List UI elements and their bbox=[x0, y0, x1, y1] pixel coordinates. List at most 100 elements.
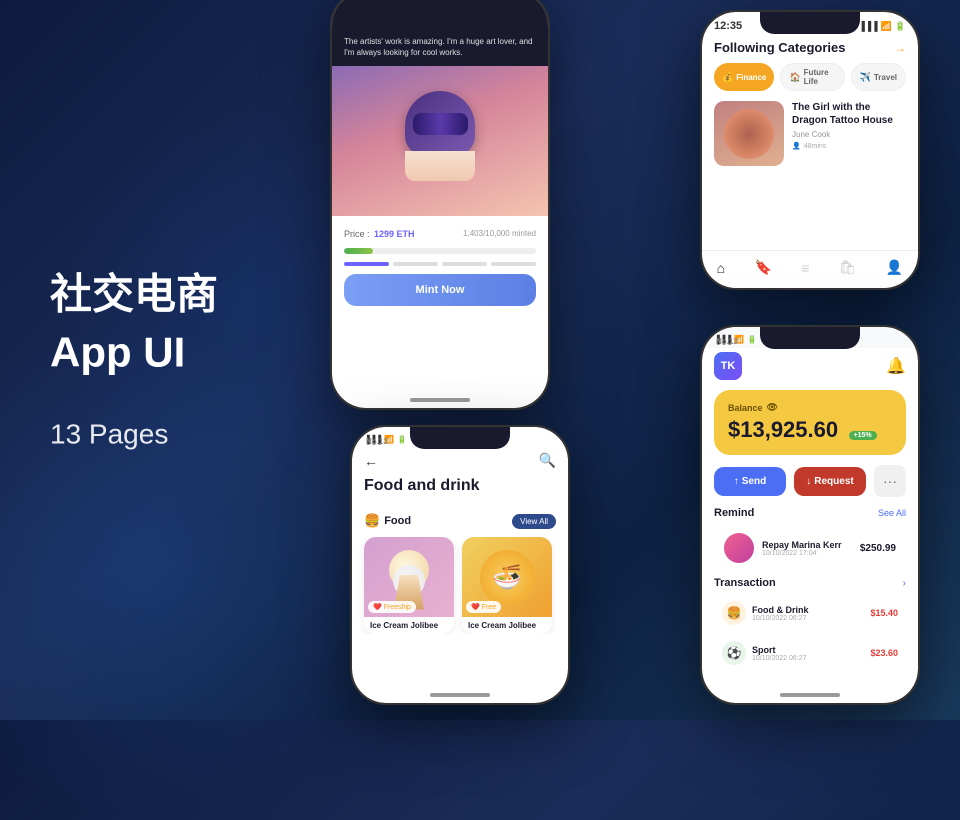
send-icon: ↑ bbox=[734, 476, 739, 487]
travel-icon: ✈️ bbox=[860, 72, 871, 83]
nav-bookmark-icon[interactable]: 🔖 bbox=[754, 259, 771, 276]
tx-row-food[interactable]: 🍔 Food & Drink 10/10/2022 06:27 $15.40 bbox=[714, 595, 906, 631]
food-cards: ❤️ Freeship Ice Cream Jolibee 🍜 ❤️ Free … bbox=[352, 537, 568, 634]
remind-name: Repay Marina Kerr bbox=[762, 540, 852, 550]
tx-amount-sport: $23.60 bbox=[870, 648, 898, 658]
bell-icon[interactable]: 🔔 bbox=[886, 356, 906, 376]
notch-food bbox=[410, 427, 510, 449]
tx-date-food: 10/10/2022 06:27 bbox=[752, 615, 864, 622]
tx-date-sport: 10/10/2022 06:27 bbox=[752, 655, 864, 662]
tx-info-food: Food & Drink 10/10/2022 06:27 bbox=[752, 605, 864, 622]
tab-future-life[interactable]: 🏠 Future Life bbox=[780, 63, 844, 91]
progress-bar bbox=[344, 248, 536, 254]
remind-card[interactable]: Repay Marina Kerr 10/10/2022 17:04 $250.… bbox=[714, 525, 906, 571]
home-bar-food bbox=[430, 693, 490, 697]
tx-icon-sport: ⚽ bbox=[722, 641, 746, 665]
wifi-icon: 📶 bbox=[881, 21, 892, 32]
title-english: App UI bbox=[50, 328, 218, 378]
nav-home-icon[interactable]: ⌂ bbox=[717, 260, 725, 276]
news-card[interactable]: The Girl with the Dragon Tattoo House Ju… bbox=[702, 101, 918, 176]
home-bar-finance bbox=[780, 693, 840, 697]
price-value: 1299 ETH bbox=[374, 229, 415, 239]
home-bar-nft bbox=[410, 398, 470, 402]
finance-icon: 💰 bbox=[722, 72, 733, 83]
news-bottom-nav: ⌂ 🔖 ≡ 🛍 👤 bbox=[702, 250, 918, 288]
send-label: Send bbox=[742, 476, 766, 487]
future-icon: 🏠 bbox=[789, 72, 800, 83]
battery-icon: 🔋 bbox=[895, 21, 906, 32]
article-time: 48mins bbox=[804, 143, 827, 150]
signal-icon: ▐▐▐ bbox=[858, 21, 877, 31]
nav-menu-icon[interactable]: ≡ bbox=[801, 260, 809, 276]
person-icon: 👤 bbox=[792, 142, 801, 150]
phone-nft: The artists' work is amazing. I'm a huge… bbox=[330, 0, 550, 410]
tab-finance-label: Finance bbox=[736, 73, 766, 82]
food-category-label: 🍔 Food bbox=[364, 513, 411, 529]
send-button[interactable]: ↑ Send bbox=[714, 467, 786, 496]
tab-travel[interactable]: ✈️ Travel bbox=[851, 63, 906, 91]
view-all-button[interactable]: View All bbox=[512, 514, 556, 529]
swirl-decoration bbox=[724, 109, 774, 159]
request-icon: ↓ bbox=[806, 476, 811, 487]
device-label-finance: No.13 bbox=[716, 337, 738, 346]
remind-date: 10/10/2022 17:04 bbox=[762, 550, 852, 557]
minted-count: 1,403/10,000 minted bbox=[463, 229, 536, 238]
vr-helmet bbox=[405, 91, 475, 156]
tk-logo: TK bbox=[714, 352, 742, 380]
tx-row-sport[interactable]: ⚽ Sport 10/10/2022 06:27 $23.60 bbox=[714, 635, 906, 671]
progress-fill bbox=[344, 248, 373, 254]
food-card-2[interactable]: 🍜 ❤️ Free Ice Cream Jolibee bbox=[462, 537, 552, 634]
back-button[interactable]: ← bbox=[364, 453, 378, 469]
balance-label: Balance 👁 bbox=[728, 402, 892, 413]
food-emoji-icon: 🍔 bbox=[364, 513, 380, 529]
request-button[interactable]: ↓ Request bbox=[794, 467, 866, 496]
remind-info: Repay Marina Kerr 10/10/2022 17:04 bbox=[762, 540, 852, 557]
phone-food: No.13 ▐▐▐ 📶 🔋 ← 🔍 Food and drink 🍔 Food … bbox=[350, 425, 570, 705]
badge-text-2: Free bbox=[482, 604, 496, 611]
freeship-badge-2: ❤️ Free bbox=[466, 601, 501, 613]
nft-review-text: The artists' work is amazing. I'm a huge… bbox=[344, 36, 536, 58]
article-author: June Cook bbox=[792, 130, 906, 139]
transaction-arrow-icon[interactable]: › bbox=[903, 578, 906, 589]
tx-info-sport: Sport 10/10/2022 06:27 bbox=[752, 645, 864, 662]
food-card-img-2: 🍜 ❤️ Free bbox=[462, 537, 552, 617]
search-button[interactable]: 🔍 bbox=[539, 452, 556, 469]
nav-cart-icon[interactable]: 🛍 bbox=[839, 259, 857, 276]
request-label: Request bbox=[814, 476, 853, 487]
notch-news bbox=[760, 12, 860, 34]
tx-amount-food: $15.40 bbox=[870, 608, 898, 618]
food-item-name-2: Ice Cream Jolibee bbox=[462, 617, 552, 634]
price-label: Price : bbox=[344, 229, 370, 239]
see-all-link[interactable]: See All bbox=[878, 508, 906, 518]
more-button[interactable]: ··· bbox=[874, 465, 906, 497]
nft-price-section: Price : 1299 ETH 1,403/10,000 minted Min… bbox=[332, 216, 548, 314]
tab-finance[interactable]: 💰 Finance bbox=[714, 63, 774, 91]
balance-eye-icon: 👁 bbox=[767, 402, 778, 413]
nav-profile-icon[interactable]: 👤 bbox=[886, 259, 903, 276]
remind-amount: $250.99 bbox=[860, 543, 896, 554]
balance-card: Balance 👁 $13,925.60 +15% bbox=[714, 390, 906, 455]
food-cat-text: Food bbox=[384, 515, 411, 527]
news-thumbnail bbox=[714, 101, 784, 166]
tx-name-sport: Sport bbox=[752, 645, 864, 655]
food-nav: ← 🔍 bbox=[352, 448, 568, 477]
food-card-1[interactable]: ❤️ Freeship Ice Cream Jolibee bbox=[364, 537, 454, 634]
balance-amount-row: $13,925.60 +15% bbox=[728, 417, 892, 443]
food-title-section: Food and drink bbox=[352, 477, 568, 505]
left-panel: 社交电商 App UI 13 Pages bbox=[50, 270, 218, 451]
mint-button[interactable]: Mint Now bbox=[344, 274, 536, 306]
freeship-badge-1: ❤️ Freeship bbox=[368, 601, 416, 613]
badge-text-1: Freeship bbox=[384, 604, 411, 611]
notch-nft bbox=[400, 0, 480, 14]
remind-avatar bbox=[724, 533, 754, 563]
transaction-title: Transaction bbox=[714, 577, 776, 589]
remind-header: Remind See All bbox=[714, 507, 906, 519]
transaction-header: Transaction › bbox=[714, 577, 906, 589]
food-card-img-1: ❤️ Freeship bbox=[364, 537, 454, 617]
following-header: Following Categories → bbox=[702, 36, 918, 63]
following-arrow-icon[interactable]: → bbox=[894, 41, 906, 55]
vr-visor bbox=[413, 113, 468, 135]
category-tabs: 💰 Finance 🏠 Future Life ✈️ Travel bbox=[702, 63, 918, 101]
action-row: ↑ Send ↓ Request ··· bbox=[702, 465, 918, 507]
finance-battery-icon: 🔋 bbox=[747, 335, 757, 344]
